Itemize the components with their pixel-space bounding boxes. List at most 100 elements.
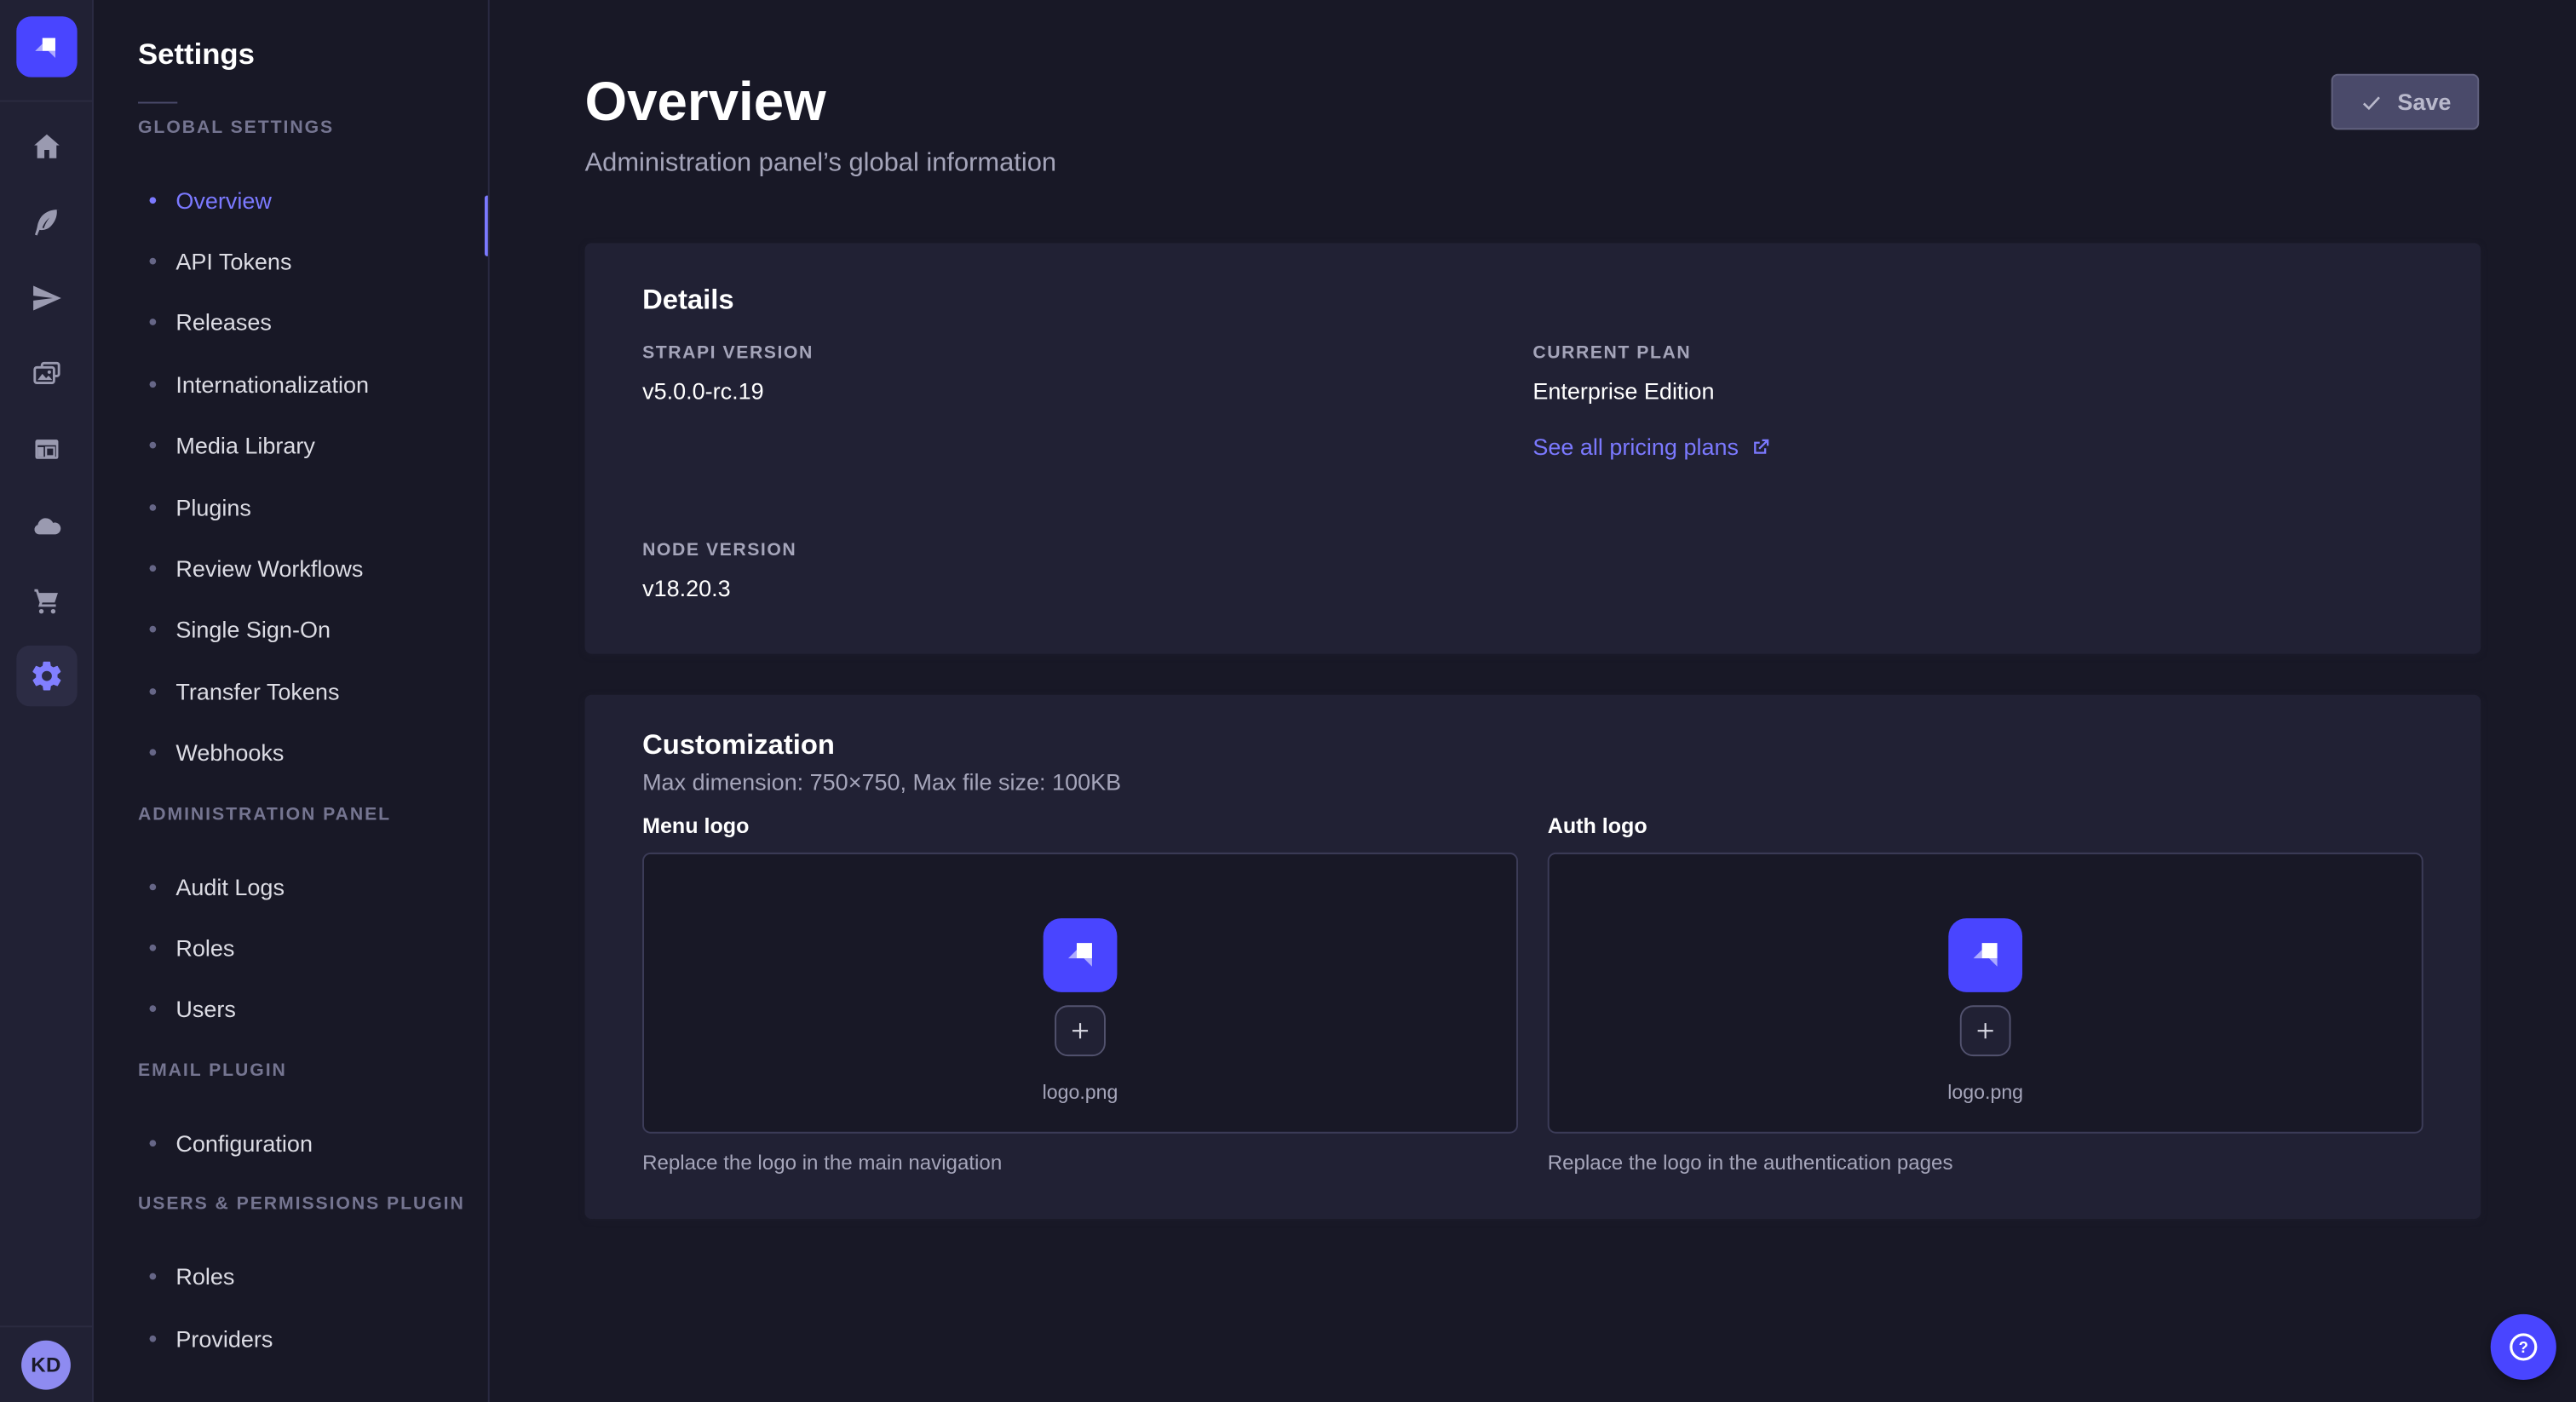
item-label: Users [175, 996, 236, 1022]
menu-logo-dropzone[interactable]: logo.png [642, 853, 1518, 1134]
menu-logo-preview [1044, 917, 1118, 991]
rail-divider [0, 1324, 92, 1326]
change-menu-logo-button[interactable] [1055, 1004, 1106, 1055]
user-avatar[interactable]: KD [21, 1340, 71, 1389]
sidebar-item-media-library[interactable]: Media Library [94, 415, 488, 476]
auth-logo-filename: logo.png [1947, 1078, 2023, 1105]
item-label: Releases [175, 309, 272, 336]
bullet-icon [149, 197, 156, 204]
rail-item-releases[interactable] [15, 267, 76, 328]
field-label: CURRENT PLAN [1532, 342, 2423, 365]
sidebar-item-overview[interactable]: Overview [94, 170, 488, 231]
rail-item-content[interactable] [15, 192, 76, 253]
sidebar-item-admin-users[interactable]: Users [94, 979, 488, 1040]
field-label: NODE VERSION [642, 539, 1532, 562]
app-window: KD Settings GLOBAL SETTINGS Overview API… [0, 0, 2576, 1402]
sidebar-item-single-sign-on[interactable]: Single Sign-On [94, 599, 488, 660]
pricing-plans-link[interactable]: See all pricing plans [1532, 430, 1771, 463]
sidebar-item-admin-roles[interactable]: Roles [94, 917, 488, 979]
section-header: USERS & PERMISSIONS PLUGIN [94, 1181, 488, 1230]
details-title: Details [642, 283, 2424, 319]
field-label: STRAPI VERSION [642, 342, 1532, 365]
bullet-icon [149, 1335, 156, 1342]
page-subtitle: Administration panel’s global informatio… [585, 148, 2481, 181]
sidebar-item-internationalization[interactable]: Internationalization [94, 353, 488, 415]
layout-icon [29, 432, 63, 466]
customization-subtitle: Max dimension: 750×750, Max file size: 1… [642, 767, 2424, 797]
bullet-icon [149, 381, 156, 388]
menu-logo-filename: logo.png [1043, 1078, 1118, 1105]
bullet-icon [149, 945, 156, 951]
section-users-permissions-plugin: USERS & PERMISSIONS PLUGIN Roles Provide… [94, 1181, 488, 1369]
menu-logo-caption: Replace the logo in the main navigation [642, 1150, 1518, 1176]
main-content: Overview Administration panel’s global i… [490, 0, 2576, 1402]
rail-item-marketplace[interactable] [15, 570, 76, 630]
auth-logo-preview [1948, 917, 2022, 991]
rail-item-content-type-builder[interactable] [15, 419, 76, 480]
strapi-mark-icon [1964, 933, 2007, 975]
bullet-icon [149, 503, 156, 510]
paper-plane-icon [29, 281, 63, 316]
rail-nav [0, 102, 92, 707]
sidebar-item-audit-logs[interactable]: Audit Logs [94, 856, 488, 917]
bullet-icon [149, 750, 156, 756]
gear-icon [29, 658, 63, 693]
rail-item-settings[interactable] [15, 646, 76, 706]
cloud-icon [29, 508, 63, 542]
sidebar-item-up-roles[interactable]: Roles [94, 1246, 488, 1307]
section-global-settings: GLOBAL SETTINGS Overview API Tokens Rele… [94, 103, 488, 783]
item-label: Providers [175, 1324, 273, 1351]
svg-text:?: ? [2519, 1337, 2528, 1355]
rail-item-cloud[interactable] [15, 494, 76, 554]
item-label: Transfer Tokens [175, 678, 339, 704]
sidebar-item-api-tokens[interactable]: API Tokens [94, 231, 488, 292]
strapi-logo[interactable] [15, 16, 76, 77]
field-current-plan: CURRENT PLAN Enterprise Edition See all … [1532, 342, 2423, 463]
rail-bottom: KD [0, 1324, 92, 1402]
bullet-icon [149, 883, 156, 890]
field-value: v18.20.3 [642, 572, 1532, 605]
sidebar-item-review-workflows[interactable]: Review Workflows [94, 537, 488, 599]
item-label: Review Workflows [175, 555, 363, 582]
item-label: Media Library [175, 433, 315, 459]
logo-uploaders: Menu logo [642, 813, 2424, 1176]
auth-logo-dropzone[interactable]: logo.png [1548, 853, 2424, 1134]
section-administration-panel: ADMINISTRATION PANEL Audit Logs Roles Us… [94, 790, 488, 1039]
sidebar-item-transfer-tokens[interactable]: Transfer Tokens [94, 661, 488, 722]
item-label: Roles [175, 934, 234, 961]
plus-icon [1973, 1018, 1998, 1043]
sidebar-item-email-configuration[interactable]: Configuration [94, 1112, 488, 1174]
home-icon [29, 129, 63, 164]
sidebar-item-plugins[interactable]: Plugins [94, 476, 488, 537]
question-mark-icon: ? [2505, 1328, 2541, 1364]
bullet-icon [149, 1006, 156, 1013]
page-header: Overview Administration panel’s global i… [585, 0, 2481, 181]
customization-title: Customization [642, 727, 2424, 763]
bullet-icon [149, 258, 156, 265]
change-auth-logo-button[interactable] [1960, 1004, 2011, 1055]
sidebar-item-up-providers[interactable]: Providers [94, 1307, 488, 1369]
item-label: Audit Logs [175, 873, 285, 899]
section-header: ADMINISTRATION PANEL [94, 790, 488, 839]
item-label: Roles [175, 1263, 234, 1290]
check-icon [2360, 89, 2384, 114]
save-button[interactable]: Save [2332, 74, 2479, 130]
bullet-icon [149, 1140, 156, 1146]
sidebar-item-releases[interactable]: Releases [94, 292, 488, 353]
rail-item-media-library[interactable] [15, 343, 76, 404]
page-title: Overview [585, 72, 2481, 131]
bullet-icon [149, 442, 156, 449]
item-label: Overview [175, 187, 272, 213]
cart-icon [29, 583, 63, 618]
sidebar-title: Settings [94, 33, 488, 76]
pricing-link-label: See all pricing plans [1532, 430, 1739, 463]
section-header: GLOBAL SETTINGS [94, 103, 488, 152]
uploader-label: Menu logo [642, 813, 1518, 840]
field-value: Enterprise Edition [1532, 375, 2423, 408]
field-strapi-version: STRAPI VERSION v5.0.0-rc.19 [642, 342, 1532, 463]
bullet-icon [149, 319, 156, 326]
help-button[interactable]: ? [2491, 1313, 2556, 1379]
details-grid: STRAPI VERSION v5.0.0-rc.19 CURRENT PLAN… [642, 342, 2424, 605]
rail-item-home[interactable] [15, 117, 76, 177]
sidebar-item-webhooks[interactable]: Webhooks [94, 722, 488, 784]
